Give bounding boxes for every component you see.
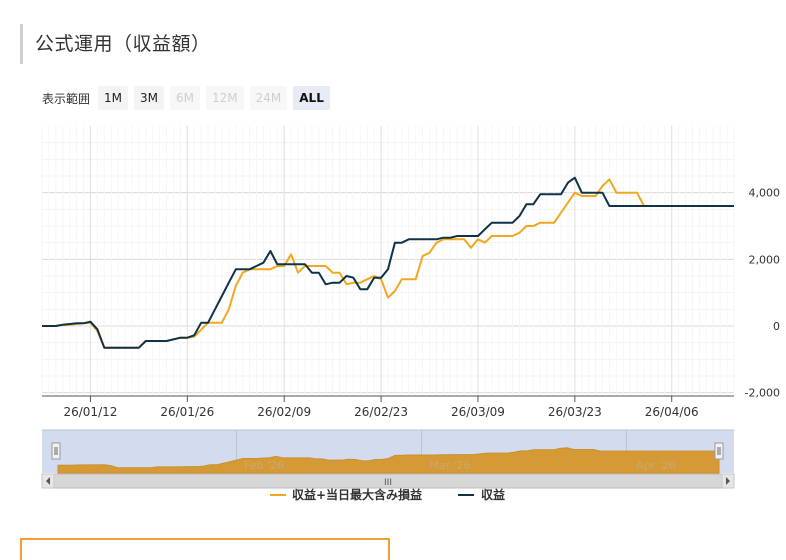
- y-tick-label: 4,000: [749, 187, 781, 200]
- x-tick-label: 26/01/26: [160, 405, 214, 419]
- x-tick-label: 26/02/09: [257, 405, 311, 419]
- navigator-scrollbar[interactable]: III: [41, 473, 735, 489]
- x-tick-label: 26/03/23: [548, 405, 602, 419]
- y-axis-ticks: 4,000 2,000 0 -2,000: [745, 187, 780, 400]
- x-tick-label: 26/04/06: [645, 405, 699, 419]
- legend-item-orange[interactable]: 収益+当日最大含み損益: [270, 487, 422, 502]
- x-axis-ticks: 26/01/12 26/01/26 26/02/09 26/02/23 26/03/09…: [63, 396, 699, 419]
- legend: 収益+当日最大含み損益 収益: [270, 487, 505, 502]
- navigator-label-apr: Apr '26: [636, 459, 676, 472]
- scrollbar-grip-icon: III: [384, 478, 392, 488]
- legend-label-navy: 収益: [481, 487, 505, 502]
- navigator-left-handle[interactable]: [51, 442, 61, 460]
- x-tick-label: 26/02/23: [354, 405, 408, 419]
- x-tick-label: 26/01/12: [63, 405, 117, 419]
- y-tick-label: 2,000: [749, 253, 781, 266]
- x-tick-label: 26/03/09: [451, 405, 505, 419]
- scroll-left-arrow-icon[interactable]: [41, 473, 55, 489]
- next-panel-border: [20, 538, 390, 560]
- legend-label-orange: 収益+当日最大含み損益: [292, 487, 422, 502]
- y-tick-label: -2,000: [745, 387, 780, 400]
- navigator-right-handle[interactable]: [714, 442, 724, 460]
- navigator-label-mar: Mar '26: [429, 459, 470, 472]
- y-tick-label: 0: [773, 320, 780, 333]
- scroll-right-arrow-icon[interactable]: [721, 473, 735, 489]
- revenue-chart: 26/01/12 26/01/26 26/02/09 26/02/23 26/03/09…: [41, 126, 780, 502]
- legend-item-navy[interactable]: 収益: [458, 487, 505, 502]
- navigator-label-feb: Feb '26: [244, 459, 284, 472]
- grid: [41, 126, 735, 396]
- navigator[interactable]: Feb '26 Mar '26 Apr '26: [42, 429, 734, 474]
